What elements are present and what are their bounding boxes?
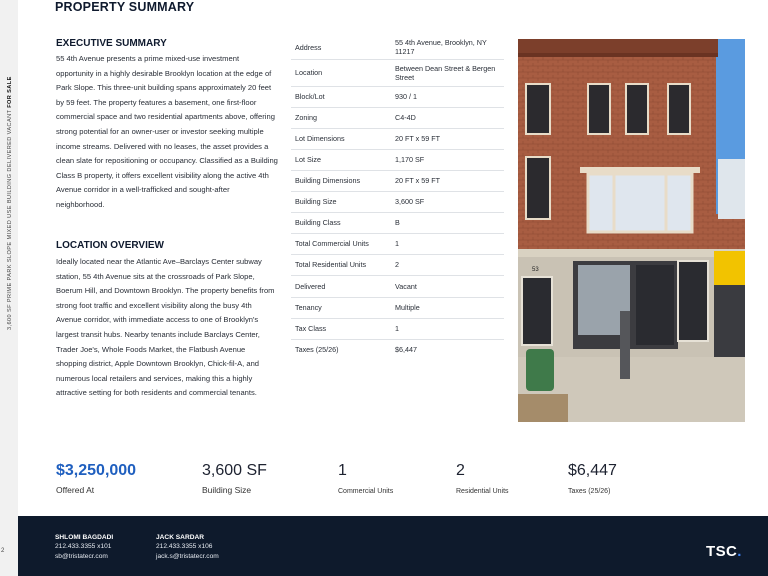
page-title: PROPERTY SUMMARY xyxy=(55,0,195,14)
fact-row-delivered: Delivered Vacant xyxy=(291,275,504,298)
fact-label: Building Class xyxy=(291,212,395,234)
fact-label: Building Dimensions xyxy=(291,170,395,192)
fact-row-residential-units: Total Residential Units 2 xyxy=(291,254,504,276)
fact-row-commercial-units: Total Commercial Units 1 xyxy=(291,233,504,255)
fact-label: Building Size xyxy=(291,191,395,213)
fact-label: Tax Class xyxy=(291,318,395,340)
fact-row-tenancy: Tenancy Multiple xyxy=(291,297,504,319)
stat-label: Commercial Units xyxy=(338,488,394,495)
side-caption-text: 3,600 SF PRIME PARK SLOPE MIXED USE BUIL… xyxy=(7,109,13,330)
executive-summary-heading: EXECUTIVE SUMMARY xyxy=(56,38,167,49)
stat-value: $6,447 xyxy=(568,462,617,479)
fact-value: 20 FT x 59 FT xyxy=(395,128,504,150)
fact-value: 2 xyxy=(395,254,504,276)
fact-label: Location xyxy=(291,59,395,87)
stat-commercial-units: 1 Commercial Units xyxy=(338,462,393,495)
fact-label: Block/Lot xyxy=(291,86,395,108)
stat-label: Residential Units xyxy=(456,488,509,495)
stat-residential-units: 2 Residential Units xyxy=(456,462,509,495)
fact-value: Multiple xyxy=(395,297,504,319)
fact-value: Between Dean Street & Bergen Street xyxy=(395,59,504,87)
agent-name: JACK SARDAR xyxy=(156,534,204,541)
fact-label: Total Commercial Units xyxy=(291,233,395,255)
location-overview-heading: LOCATION OVERVIEW xyxy=(56,240,164,251)
executive-summary-body: 55 4th Avenue presents a prime mixed-use… xyxy=(56,54,278,209)
fact-label: Tenancy xyxy=(291,297,395,319)
fact-value: 3,600 SF xyxy=(395,191,504,213)
fact-value: C4-4D xyxy=(395,107,504,129)
property-facts-table: Address 55 4th Avenue, Brooklyn, NY 11217… xyxy=(291,36,504,360)
stat-value: 3,600 SF xyxy=(202,462,267,479)
fact-row-address: Address 55 4th Avenue, Brooklyn, NY 11217 xyxy=(291,36,504,60)
stat-value: 1 xyxy=(338,462,347,479)
fact-row-lot-size: Lot Size 1,170 SF xyxy=(291,149,504,171)
fact-value: 1,170 SF xyxy=(395,149,504,171)
fact-value: $6,447 xyxy=(395,345,417,355)
fact-value: 20 FT x 59 FT xyxy=(395,170,504,192)
side-caption-bold: FOR SALE xyxy=(7,76,13,108)
page-number: 2 xyxy=(1,548,5,554)
stat-building-size: 3,600 SF Building Size xyxy=(202,462,267,495)
side-vertical-caption: 3,600 SF PRIME PARK SLOPE MIXED USE BUIL… xyxy=(0,0,13,520)
agent-email[interactable]: jack.s@tristatecr.com xyxy=(156,552,219,561)
agent-phone[interactable]: 212.433.3355 x101 xyxy=(55,542,113,551)
fact-label: Total Residential Units xyxy=(291,254,395,276)
tsc-logo: TSC. xyxy=(706,543,742,560)
agent-contact: JACK SARDAR 212.433.3355 x106 jack.s@tri… xyxy=(156,533,219,561)
fact-label: Zoning xyxy=(291,107,395,129)
fact-value: B xyxy=(395,212,504,234)
fact-row-zoning: Zoning C4-4D xyxy=(291,107,504,129)
fact-value: 1 xyxy=(395,233,504,255)
fact-row-block-lot: Block/Lot 930 / 1 xyxy=(291,86,504,108)
agent-name: SHLOMI BAGDADI xyxy=(55,534,114,541)
stat-label: Taxes (25/26) xyxy=(568,488,611,495)
fact-label: Taxes (25/26) xyxy=(295,345,339,355)
fact-value: 930 / 1 xyxy=(395,86,504,108)
fact-value: 55 4th Avenue, Brooklyn, NY 11217 xyxy=(395,36,504,60)
agent-contact: SHLOMI BAGDADI 212.433.3355 x101 sb@tris… xyxy=(55,533,113,561)
logo-text: TSC xyxy=(706,543,738,560)
logo-dot: . xyxy=(737,543,742,560)
fact-label: Lot Dimensions xyxy=(291,128,395,150)
agent-phone[interactable]: 212.433.3355 x106 xyxy=(156,542,219,551)
fact-label: Lot Size xyxy=(291,149,395,171)
stat-value: 2 xyxy=(456,462,465,479)
fact-label: Address xyxy=(291,36,395,60)
fact-row-lot-dimensions: Lot Dimensions 20 FT x 59 FT xyxy=(291,128,504,150)
fact-row-building-size: Building Size 3,600 SF xyxy=(291,191,504,213)
footer-bar: SHLOMI BAGDADI 212.433.3355 x101 sb@tris… xyxy=(18,516,768,576)
fact-row-building-dimensions: Building Dimensions 20 FT x 59 FT xyxy=(291,170,504,192)
stat-price: $3,250,000 Offered At xyxy=(56,462,136,495)
fact-row-tax-class: Tax Class 1 xyxy=(291,318,504,340)
fact-row-location: Location Between Dean Street & Bergen Str… xyxy=(291,59,504,87)
stat-taxes: $6,447 Taxes (25/26) xyxy=(568,462,617,495)
stat-label: Building Size xyxy=(202,485,252,495)
building-illustration: 53 xyxy=(518,39,745,422)
agent-email[interactable]: sb@tristatecr.com xyxy=(55,552,113,561)
storefront-number: 53 xyxy=(532,267,539,273)
stat-label: Offered At xyxy=(56,485,95,495)
fact-value: 1 xyxy=(395,318,504,340)
fact-value: Vacant xyxy=(395,275,504,298)
key-stats-bar: $3,250,000 Offered At 3,600 SF Building … xyxy=(0,462,768,502)
fact-label: Delivered xyxy=(291,275,395,298)
fact-row-building-class: Building Class B xyxy=(291,212,504,234)
location-overview-body: Ideally located near the Atlantic Ave–Ba… xyxy=(56,257,275,398)
fact-row-taxes: Taxes (25/26) $6,447 xyxy=(291,339,504,360)
property-photo: 53 xyxy=(518,39,745,422)
stat-value: $3,250,000 xyxy=(56,462,137,479)
